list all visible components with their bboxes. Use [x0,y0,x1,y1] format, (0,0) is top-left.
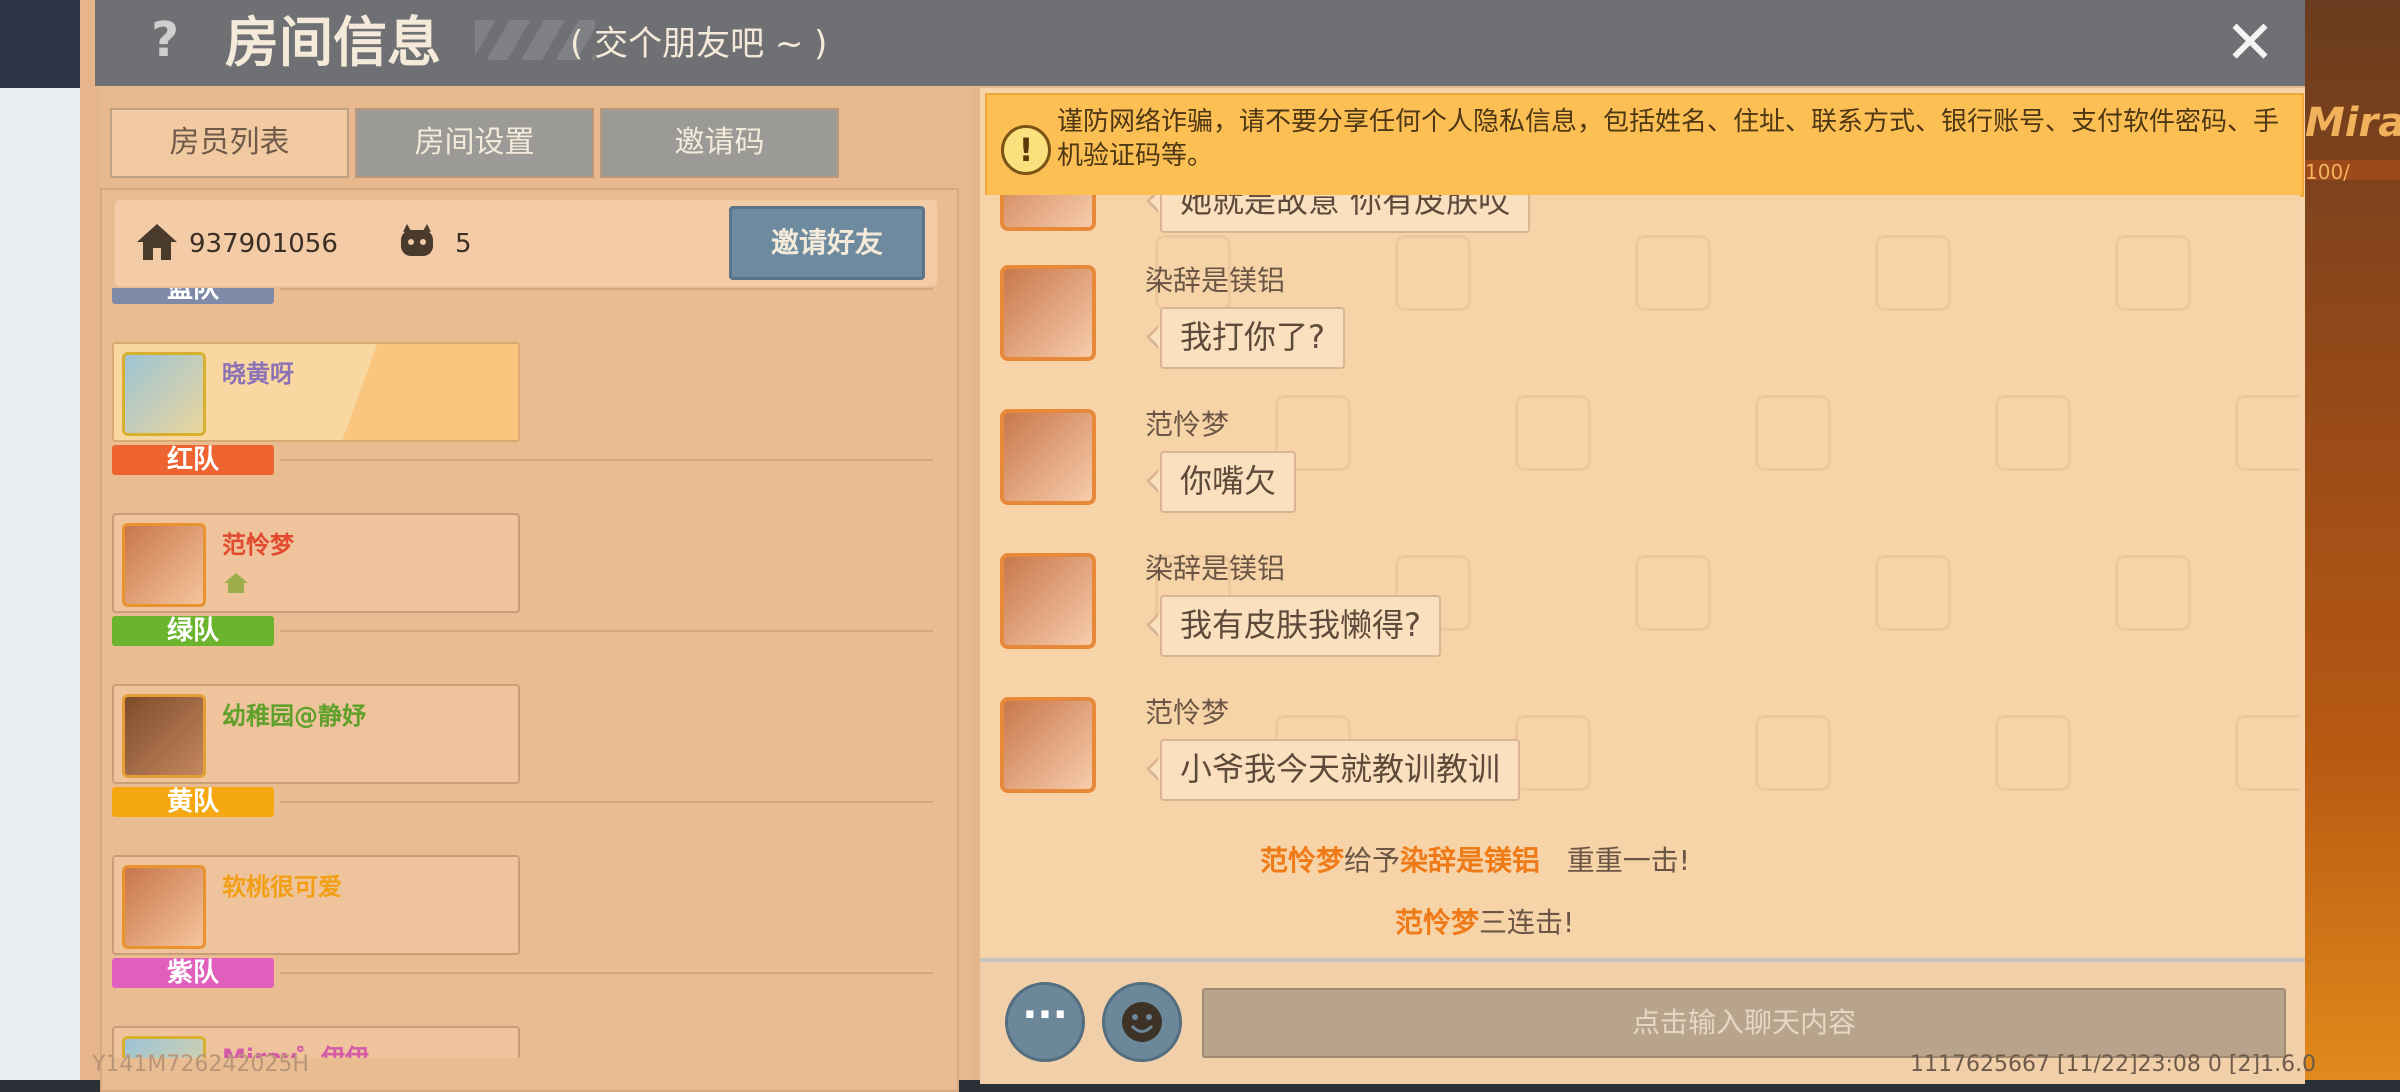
message-sender: 范怜梦 [1145,408,1230,441]
player-avatar [122,694,206,778]
message-avatar[interactable] [1000,195,1096,231]
tab-member-list[interactable]: 房员列表 [110,108,349,178]
background-pattern-icon [1635,235,1711,311]
background-left [0,0,80,1080]
warning-text: 谨防网络诈骗，请不要分享任何个人隐私信息，包括姓名、住址、联系方式、银行账号、支… [1057,107,2280,171]
chat-message-list[interactable]: 她就是故意 你有皮肤哎 染辞是镁铝 我打你了? 范怜梦 你嘴欠 染辞是镁铝 我有… [985,195,2300,953]
system-message: 范怜梦三连击! [1395,905,1574,941]
message-sender: 范怜梦 [1145,696,1230,729]
background-pattern-icon [1995,395,2071,471]
player-card[interactable]: 幼稚园@静妤 [112,684,520,784]
team-label-green: 绿队 [112,616,274,646]
team-divider [280,801,933,803]
room-info-window: ? 房间信息 ( 交个朋友吧 ~ ) ✕ 房员列表 房间设置 邀请码 93790… [80,0,2305,1092]
message-bubble: 小爷我今天就教训教训 [1145,739,1521,801]
player-count: 5 [455,229,472,259]
background-pattern-icon [1755,715,1831,791]
background-pattern-icon [1515,715,1591,791]
background-pattern-icon [1755,395,1831,471]
message-sender: 染辞是镁铝 [1145,264,1286,297]
system-actor: 范怜梦 [1395,906,1480,939]
fraud-warning-banner: ! 谨防网络诈骗，请不要分享任何个人隐私信息，包括姓名、住址、联系方式、银行账号… [985,93,2304,197]
host-house-icon [224,573,248,593]
background-pattern-icon [1395,235,1471,311]
emoji-icon [1122,1002,1162,1042]
more-options-button[interactable]: ··· [1005,982,1085,1062]
team-label-red: 红队 [112,445,274,475]
player-avatar [122,865,206,949]
home-icon [137,224,177,260]
help-icon[interactable]: ? [135,10,195,70]
invite-friends-button[interactable]: 邀请好友 [729,206,925,280]
message-avatar[interactable] [1000,553,1096,649]
chat-input[interactable]: 点击输入聊天内容 [1202,988,2286,1058]
player-name: 晓黄呀 [222,360,294,388]
background-health-label: 100/ [2305,160,2400,184]
message-bubble: 我有皮肤我懒得? [1146,595,1441,657]
background-pattern-icon [2235,395,2300,471]
window-title: 房间信息 [225,11,441,74]
background-pattern-icon [2115,235,2191,311]
team-list[interactable]: 蓝队 晓黄呀 红队 范怜梦 绿队 幼稚园@静妤 黄队 软桃很可爱 紫队 Mira… [100,288,973,1058]
room-id: 937901056 [189,229,338,259]
room-info-bar: 937901056 5 邀请好友 [115,200,937,286]
message-bubble: 你嘴欠 [1145,451,1297,513]
close-button[interactable]: ✕ [2215,8,2285,78]
player-name: 软桃很可爱 [222,873,342,901]
background-left-top [0,0,80,88]
system-actor: 范怜梦 [1260,844,1345,877]
message-avatar[interactable] [1000,265,1096,361]
emoji-button[interactable] [1102,982,1182,1062]
window-subtitle: ( 交个朋友吧 ~ ) [570,24,828,64]
team-label-purple: 紫队 [112,958,274,988]
background-pattern-icon [1875,235,1951,311]
message-sender: 染辞是镁铝 [1145,552,1286,585]
title-bar: ? 房间信息 ( 交个朋友吧 ~ ) ✕ [95,0,2305,86]
background-pattern-icon [1515,395,1591,471]
player-avatar [122,523,206,607]
message-avatar[interactable] [1000,697,1096,793]
player-card[interactable]: 软桃很可爱 [112,855,520,955]
team-divider [280,288,933,290]
team-divider [280,972,933,974]
players-icon [401,224,433,256]
system-text: 重重一击! [1566,844,1690,877]
system-message: 范怜梦给予染辞是镁铝 重重一击! [1260,843,1690,879]
player-name: 幼稚园@静妤 [222,702,366,730]
system-text: 三连击! [1479,906,1575,939]
player-card[interactable]: 晓黄呀 [112,342,520,442]
team-divider [280,459,933,461]
message-avatar[interactable] [1000,409,1096,505]
background-pattern-icon [1635,555,1711,631]
background-pattern-icon [1875,555,1951,631]
background-player-label: Miray [2305,100,2400,146]
version-info-label: 1117625667 [11/22]23:08 0 [2]1.6.0 [1910,1052,2317,1077]
system-verb: 给予 [1344,844,1401,877]
tab-invite-code[interactable]: 邀请码 [600,108,839,178]
system-target: 染辞是镁铝 [1400,844,1541,877]
team-label-yellow: 黄队 [112,787,274,817]
player-name: 范怜梦 [222,531,294,559]
background-pattern-icon [2115,555,2191,631]
device-id-label: Y141M726242025H [92,1052,309,1077]
player-card[interactable]: 范怜梦 [112,513,520,613]
background-pattern-icon [2235,715,2300,791]
team-label-blue: 蓝队 [112,288,274,304]
background-game-scene: Miray 100/ [2305,0,2400,1080]
warning-icon: ! [1001,125,1051,175]
message-bubble: 我打你了? [1146,307,1345,369]
tab-room-settings[interactable]: 房间设置 [355,108,594,178]
member-panel: 房员列表 房间设置 邀请码 937901056 5 邀请好友 蓝队 晓黄呀 红队… [100,88,973,1092]
message-bubble: 她就是故意 你有皮肤哎 [1145,195,1531,233]
player-avatar [122,352,206,436]
chat-panel: ! 谨防网络诈骗，请不要分享任何个人隐私信息，包括姓名、住址、联系方式、银行账号… [980,88,2305,1084]
background-pattern-icon [1995,715,2071,791]
team-divider [280,630,933,632]
